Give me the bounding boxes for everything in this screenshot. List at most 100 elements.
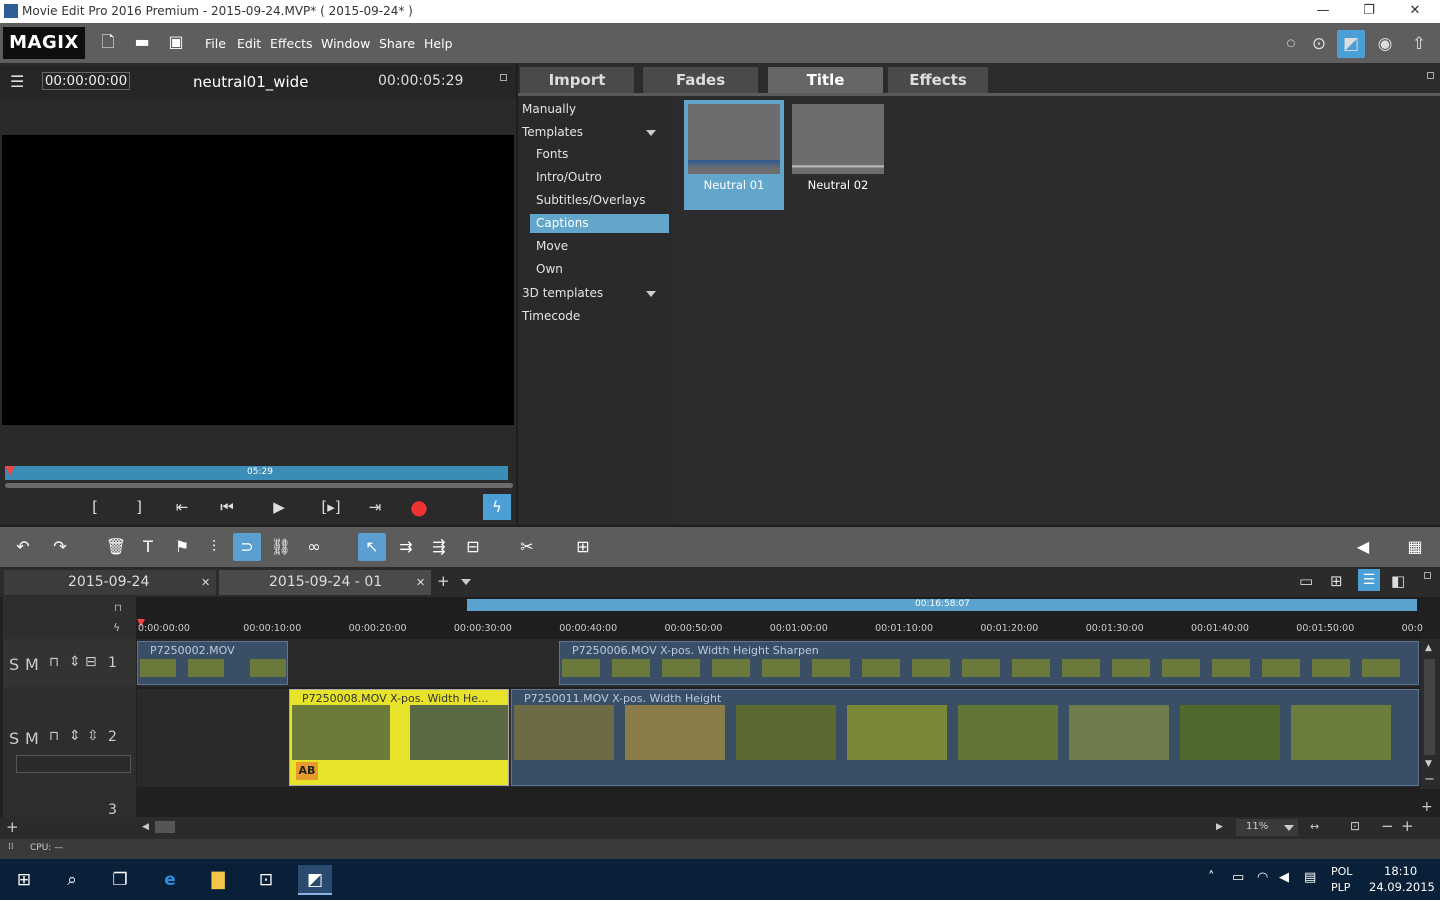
windows-start-icon[interactable]: ⊞: [7, 865, 41, 895]
pointer-icon[interactable]: ↖: [358, 533, 386, 561]
clock-time[interactable]: 18:10: [1384, 864, 1417, 878]
detach-icon[interactable]: [500, 74, 507, 81]
split-icon[interactable]: ⫶: [200, 533, 228, 561]
solo-button[interactable]: S: [9, 655, 19, 674]
range-bar[interactable]: 00:16:58:07: [467, 599, 1417, 611]
glasses-icon[interactable]: ⊙: [1305, 30, 1333, 58]
ripple-icon[interactable]: ⊃: [233, 533, 261, 561]
lightning-icon[interactable]: ϟ: [483, 494, 511, 520]
close-button[interactable]: ✕: [1392, 0, 1438, 23]
tab-title[interactable]: Title: [768, 67, 883, 93]
vertical-scrollbar[interactable]: ▲ ▼ −: [1420, 639, 1440, 789]
task-view-icon[interactable]: ❐: [103, 865, 137, 895]
mouse-mode-2-icon[interactable]: ⇶: [425, 533, 453, 561]
open-folder-icon[interactable]: ▬: [133, 33, 151, 51]
new-file-icon[interactable]: 🗋: [99, 33, 117, 51]
tree-timecode[interactable]: Timecode: [522, 307, 670, 326]
scroll-up-icon[interactable]: ▲: [1425, 643, 1432, 653]
tab-import[interactable]: Import: [520, 67, 634, 93]
title-icon[interactable]: T: [134, 533, 162, 561]
scroll-right-icon[interactable]: ▶: [1216, 822, 1223, 832]
layout-multicam-icon[interactable]: ◧: [1391, 572, 1405, 590]
track-name-field[interactable]: [16, 755, 131, 773]
tab-effects[interactable]: Effects: [888, 67, 988, 93]
timecode-field[interactable]: 00:00:00:00: [42, 72, 130, 90]
scroll-down-icon[interactable]: ▼: [1425, 759, 1432, 769]
restore-button[interactable]: ❐: [1346, 0, 1392, 23]
fit-all-icon[interactable]: ⊡: [1350, 819, 1360, 833]
add-tab-icon[interactable]: +: [437, 572, 450, 590]
mute-button[interactable]: M: [25, 729, 39, 748]
close-tab-icon[interactable]: ✕: [416, 570, 425, 595]
preview-scrollbar[interactable]: [5, 483, 513, 488]
close-tab-icon[interactable]: ✕: [201, 570, 210, 595]
zoom-select[interactable]: 11%: [1236, 819, 1298, 836]
track-lock-icon[interactable]: ⊓: [49, 729, 59, 744]
scroll-left-icon[interactable]: ◀: [142, 822, 149, 832]
tab-fades[interactable]: Fades: [643, 67, 758, 93]
upload-icon[interactable]: ⇧: [1405, 30, 1433, 58]
speaker-icon[interactable]: ◀: [1279, 870, 1289, 885]
volume-icon[interactable]: ◀: [1349, 533, 1377, 561]
layout-timeline-icon[interactable]: ☰: [1358, 569, 1380, 591]
dot-icon[interactable]: ○: [1277, 30, 1305, 58]
snap-icon[interactable]: ϟ: [113, 621, 120, 634]
go-to-start-icon[interactable]: ⇤: [168, 494, 196, 520]
tree-intro-outro[interactable]: Intro/Outro: [536, 168, 669, 187]
timeline-detach-icon[interactable]: [1424, 572, 1431, 579]
cut-icon[interactable]: ✂: [513, 533, 541, 561]
keyboard-layout[interactable]: PLP: [1331, 881, 1350, 894]
undo-icon[interactable]: ↶: [9, 533, 37, 561]
unlink-icon[interactable]: ∞: [300, 533, 328, 561]
file-explorer-icon[interactable]: ▇: [201, 865, 235, 895]
time-ruler[interactable]: 00:16:58:07 0:00:00:00 00:00:10:00 00:00:2…: [137, 597, 1423, 639]
go-to-end-icon[interactable]: ⇥: [361, 494, 389, 520]
mute-button[interactable]: M: [25, 655, 39, 674]
clip-p7250002[interactable]: P7250002.MOV: [137, 641, 288, 685]
tree-fonts[interactable]: Fonts: [536, 145, 669, 164]
tree-manually[interactable]: Manually: [522, 100, 670, 119]
save-icon[interactable]: ▣: [167, 33, 185, 51]
link-icon[interactable]: ⛓: [267, 533, 295, 561]
store-icon[interactable]: ⊡: [249, 865, 283, 895]
prev-frame-icon[interactable]: ⏮: [213, 494, 241, 520]
battery-icon[interactable]: ▭: [1232, 870, 1244, 885]
mark-in-button[interactable]: [: [81, 494, 109, 520]
track-collapse-icon[interactable]: ⊟: [85, 654, 97, 670]
tree-subtitles-overlays[interactable]: Subtitles/Overlays: [536, 191, 669, 210]
tabs-dropdown-icon[interactable]: [461, 579, 471, 585]
layout-grid-icon[interactable]: ⊞: [1330, 572, 1343, 590]
clock-date[interactable]: 24.09.2015: [1369, 880, 1435, 894]
track-expand-icon[interactable]: ⇳: [87, 728, 99, 744]
horizontal-scroll-thumb[interactable]: [155, 821, 175, 833]
zoom-out-track-icon[interactable]: −: [1424, 772, 1435, 787]
delete-icon[interactable]: 🗑: [102, 533, 130, 561]
tree-captions[interactable]: Captions: [530, 214, 669, 233]
zoom-out-icon[interactable]: −: [1381, 817, 1394, 835]
redo-icon[interactable]: ↷: [46, 533, 74, 561]
play-icon[interactable]: ▶: [265, 494, 293, 520]
track-lock-icon[interactable]: ⊓: [49, 655, 59, 670]
hamburger-icon[interactable]: ☰: [10, 72, 24, 91]
lock-icon[interactable]: ⊓: [114, 603, 122, 614]
search-icon[interactable]: ⌕: [55, 865, 89, 895]
track-height-icon[interactable]: ⇕: [69, 728, 81, 744]
mixer-icon[interactable]: ▦: [1401, 533, 1429, 561]
solo-button[interactable]: S: [9, 729, 19, 748]
menu-window[interactable]: Window: [321, 36, 370, 51]
menu-help[interactable]: Help: [424, 36, 453, 51]
notification-icon[interactable]: ▤: [1304, 870, 1316, 885]
fit-width-icon[interactable]: ↔: [1310, 820, 1319, 833]
preview-position-bar[interactable]: 05:29: [5, 466, 508, 480]
wifi-icon[interactable]: ◠: [1257, 870, 1268, 885]
record-icon[interactable]: ●: [405, 494, 433, 520]
clip-p7250011[interactable]: P7250011.MOV X-pos. Width Height: [511, 689, 1419, 786]
movie-edit-pro-taskbar-icon[interactable]: ◩: [298, 865, 332, 895]
track-height-icon[interactable]: ⇕: [69, 654, 81, 670]
disc-icon[interactable]: ◉: [1371, 30, 1399, 58]
storyboard-icon[interactable]: ◩: [1337, 30, 1365, 58]
minimize-button[interactable]: —: [1300, 0, 1346, 23]
zoom-dropdown-icon[interactable]: [1284, 825, 1294, 831]
thumb-neutral-02[interactable]: Neutral 02: [788, 100, 888, 210]
add-track-right-icon[interactable]: +: [1421, 799, 1433, 815]
